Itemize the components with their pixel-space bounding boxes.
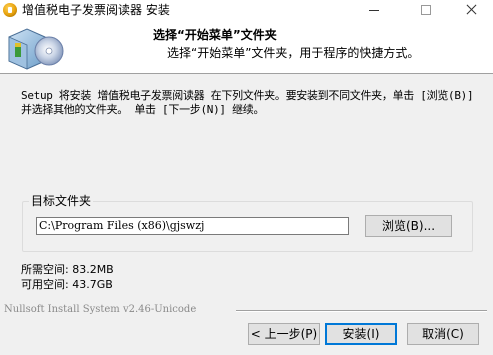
- space-required-text: 所需空间: 83.2MB: [21, 263, 114, 276]
- install-button[interactable]: 安装(I): [325, 323, 397, 345]
- title-bar: 增值税电子发票阅读器 安装: [0, 0, 493, 20]
- installer-window: 增值税电子发票阅读器 安装 选择“开始菜单”文件夹 选择“开始菜单”文件夹，用于…: [0, 0, 493, 355]
- installer-app-icon: [3, 3, 17, 17]
- maximize-button[interactable]: [409, 0, 443, 20]
- browse-button[interactable]: 浏览(B)...: [365, 215, 452, 237]
- back-button[interactable]: < 上一步(P): [248, 323, 320, 345]
- window-title: 增值税电子发票阅读器 安装: [22, 3, 170, 17]
- page-subtitle: 选择“开始菜单”文件夹，用于程序的快捷方式。: [167, 46, 420, 60]
- install-path-input[interactable]: [36, 217, 349, 235]
- space-available-text: 可用空间: 43.7GB: [21, 278, 113, 291]
- header-banner: 选择“开始菜单”文件夹 选择“开始菜单”文件夹，用于程序的快捷方式。: [0, 20, 493, 74]
- close-button[interactable]: [455, 0, 489, 20]
- footer-divider: [236, 310, 487, 312]
- target-folder-label: 目标文件夹: [29, 193, 94, 209]
- installer-banner-icon: [8, 28, 64, 70]
- page-title: 选择“开始菜单”文件夹: [153, 28, 277, 42]
- install-description: Setup 将安装 增值税电子发票阅读器 在下列文件夹。要安装到不同文件夹，单击…: [21, 89, 480, 116]
- minimize-button[interactable]: [357, 0, 391, 20]
- cancel-button[interactable]: 取消(C): [407, 323, 479, 345]
- nsis-branding: Nullsoft Install System v2.46-Unicode: [4, 304, 197, 315]
